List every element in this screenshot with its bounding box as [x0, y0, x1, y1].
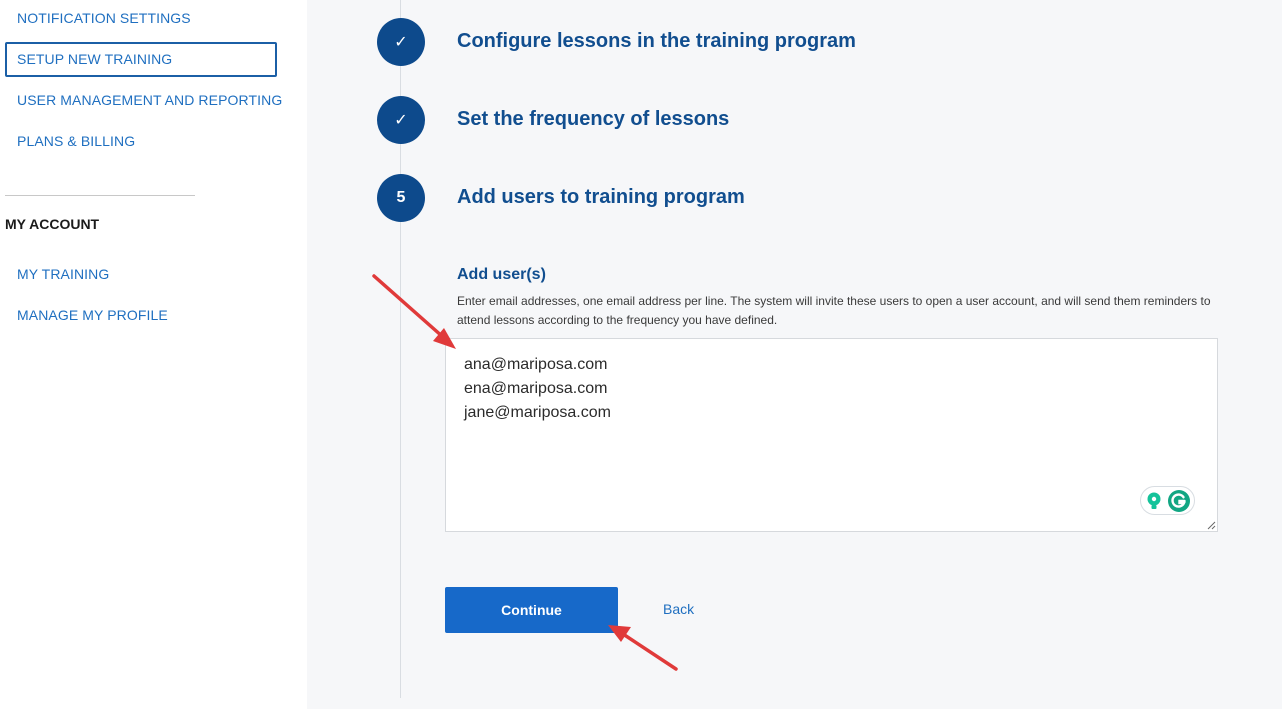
add-users-label: Add user(s) [457, 266, 546, 283]
step-number-badge: 5 [377, 174, 425, 222]
resize-grip-icon[interactable] [1207, 521, 1216, 530]
sidebar-item-my-training[interactable]: MY TRAINING [17, 266, 109, 282]
sidebar-item-manage-profile[interactable]: MANAGE MY PROFILE [17, 307, 168, 323]
back-link[interactable]: Back [663, 601, 694, 617]
sidebar-item-plans-billing[interactable]: PLANS & BILLING [17, 133, 135, 149]
grammarly-icon [1168, 489, 1190, 512]
sidebar-item-notification-settings[interactable]: NOTIFICATION SETTINGS [17, 10, 191, 26]
sidebar-divider [5, 195, 195, 196]
lightbulb-icon [1147, 492, 1161, 509]
add-users-help-text: Enter email addresses, one email address… [457, 294, 1211, 327]
step-complete-icon: ✓ [377, 96, 425, 144]
step-title-add-users: Add users to training program [457, 186, 745, 208]
sidebar-item-user-management[interactable]: USER MANAGEMENT AND REPORTING [17, 92, 282, 108]
grammarly-widget[interactable] [1140, 486, 1195, 515]
sidebar-item-setup-new-training[interactable]: SETUP NEW TRAINING [17, 51, 172, 67]
continue-button[interactable]: Continue [445, 587, 618, 633]
step-title-frequency: Set the frequency of lessons [457, 108, 730, 130]
step-title-configure-lessons: Configure lessons in the training progra… [457, 30, 856, 52]
step-complete-icon: ✓ [377, 18, 425, 66]
my-account-heading: MY ACCOUNT [5, 216, 100, 232]
email-addresses-textarea[interactable]: ana@mariposa.com ena@mariposa.com jane@m… [445, 338, 1218, 532]
sidebar: NOTIFICATION SETTINGS SETUP NEW TRAINING… [0, 0, 307, 709]
